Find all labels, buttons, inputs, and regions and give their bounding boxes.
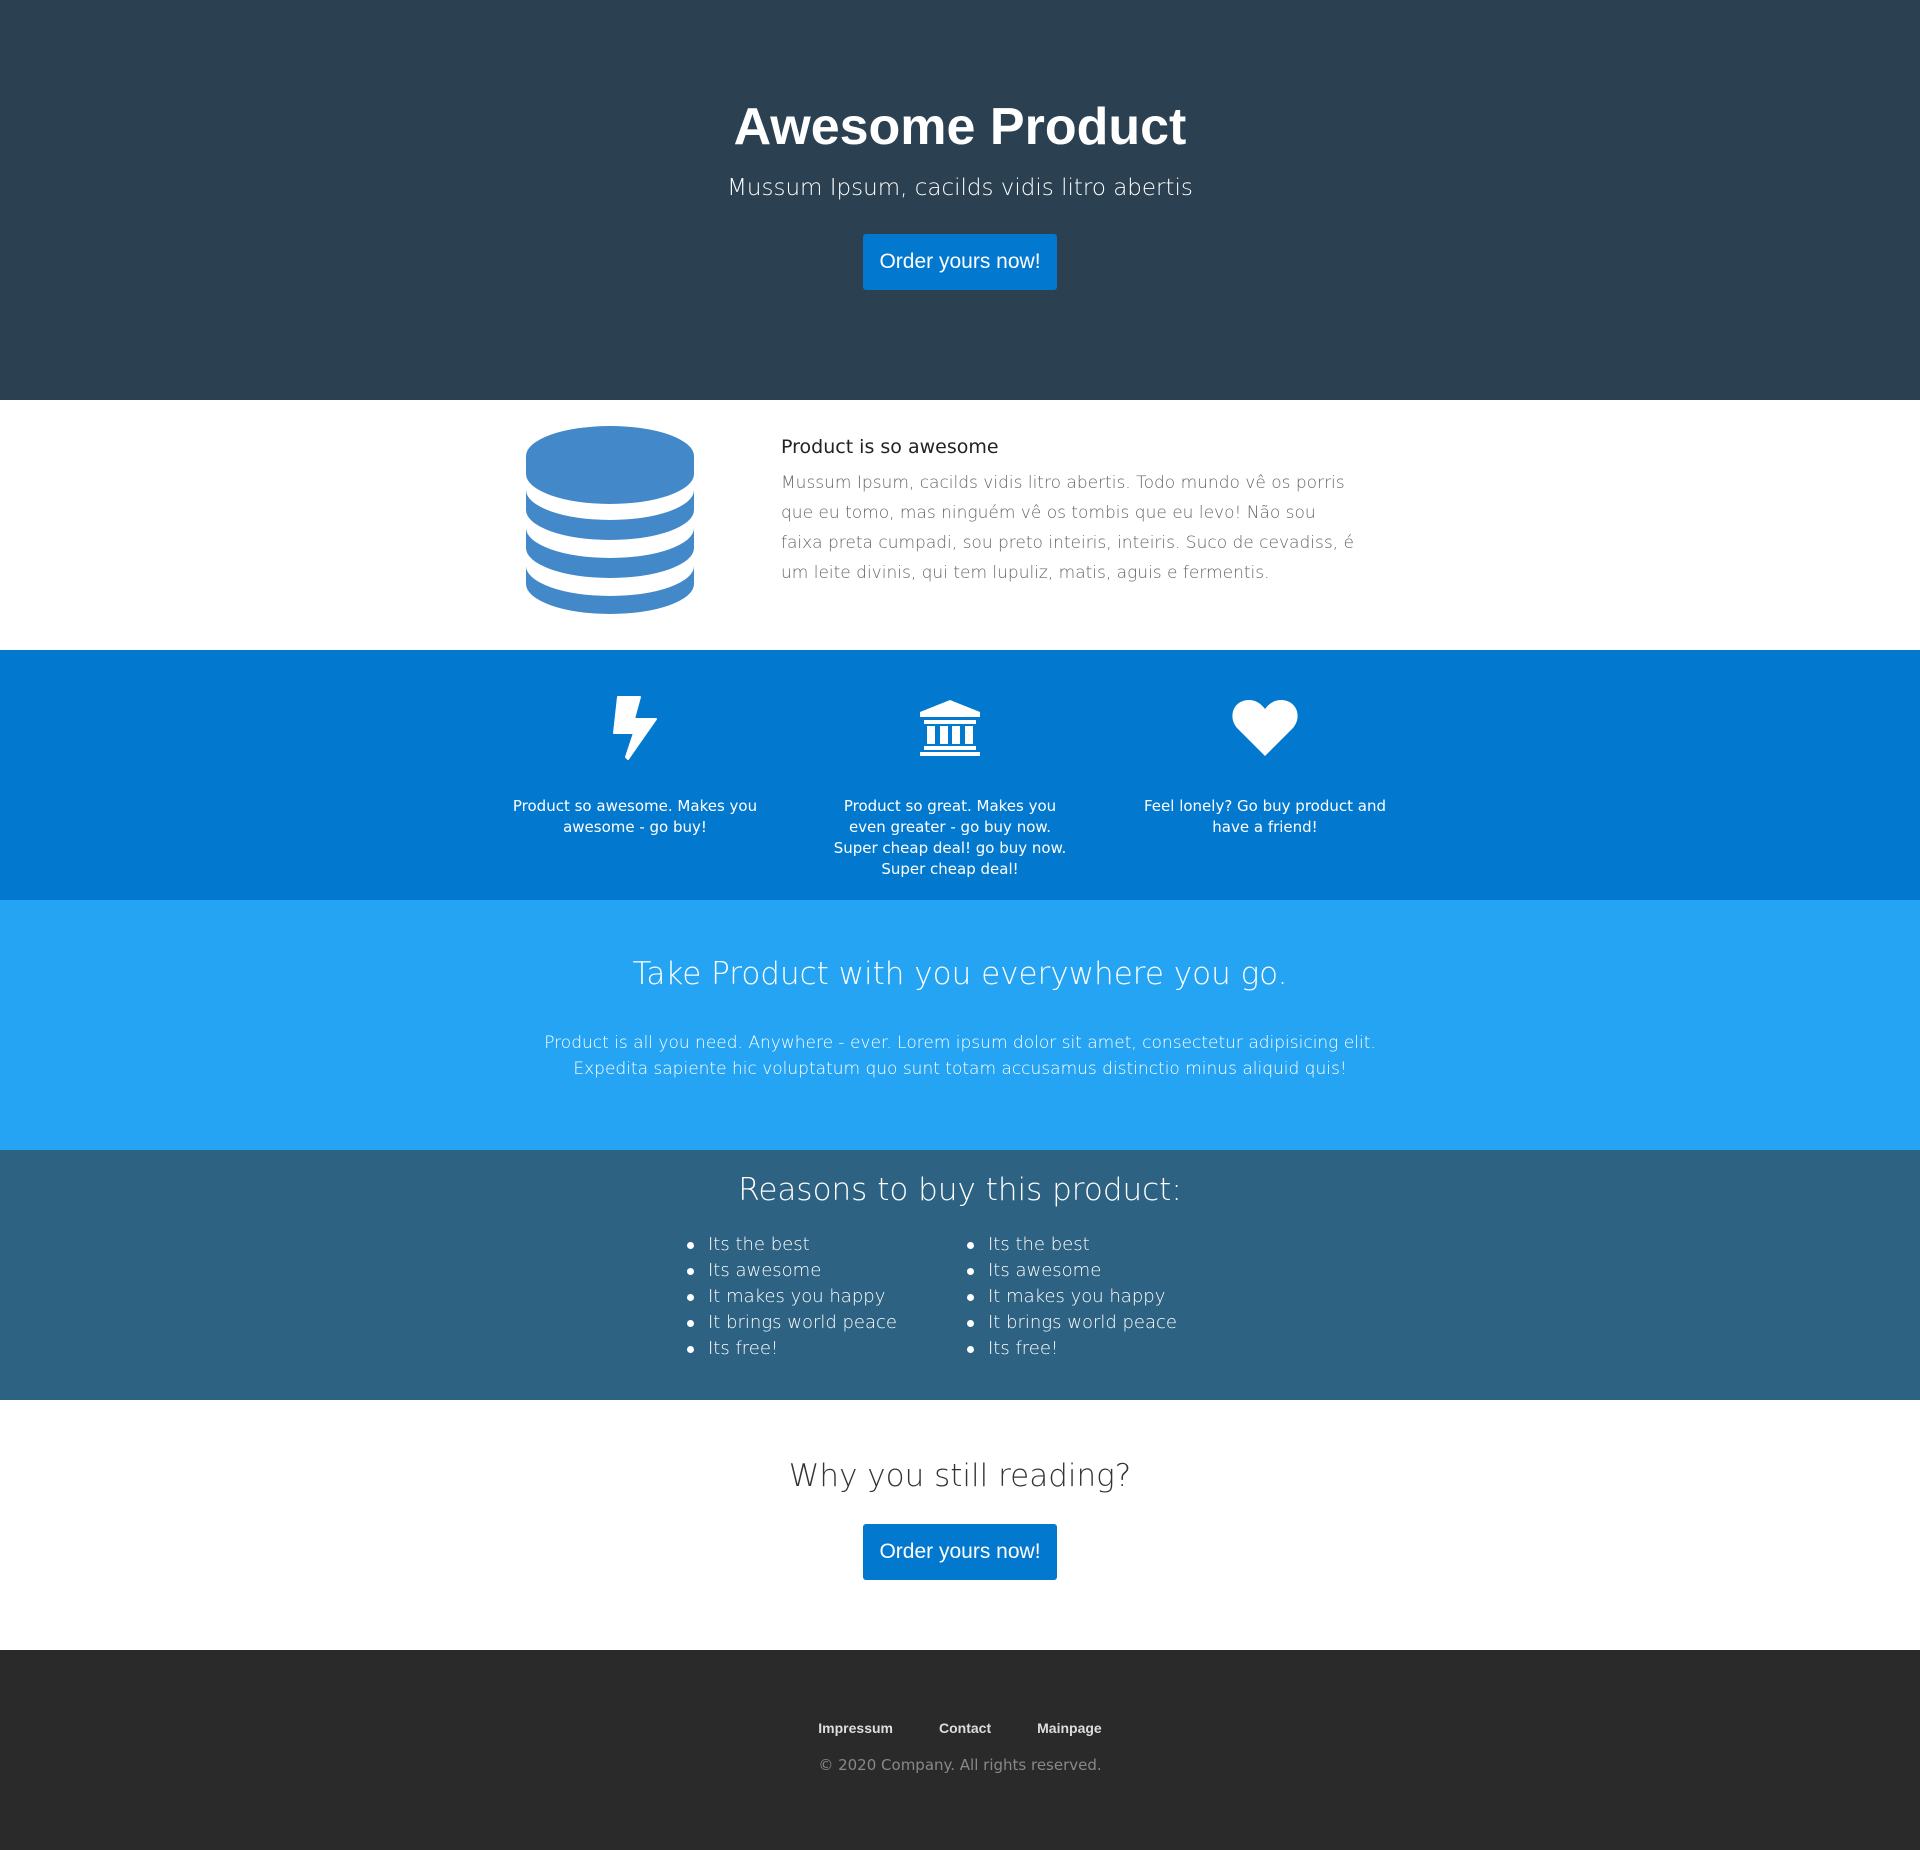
copyright-text: © 2020 Company. All rights reserved.: [818, 1756, 1102, 1774]
take-product-section: Take Product with you everywhere you go.…: [0, 900, 1920, 1150]
take-heading: Take Product with you everywhere you go.: [632, 956, 1288, 992]
list-item: It makes you happy: [687, 1284, 967, 1310]
database-icon: [526, 426, 694, 614]
benefits-section: Product so awesome. Makes you awesome - …: [0, 650, 1920, 900]
cta-section: Why you still reading? Order yours now!: [0, 1400, 1920, 1650]
hero-order-button[interactable]: Order yours now!: [863, 234, 1057, 290]
list-item: It brings world peace: [687, 1310, 967, 1336]
hero-subtitle: Mussum Ipsum, cacilds vidis litro aberti…: [727, 175, 1193, 201]
take-body: Product is all you need. Anywhere - ever…: [544, 1033, 1376, 1079]
benefit-text: Feel lonely? Go buy product and have a f…: [1144, 797, 1386, 836]
list-item: Its free!: [687, 1336, 967, 1362]
feature-text: Product is so awesome Mussum Ipsum, caci…: [781, 434, 1359, 588]
benefit-item: Product so awesome. Makes you awesome - …: [510, 688, 760, 838]
feature-section: Product is so awesome Mussum Ipsum, caci…: [0, 400, 1920, 650]
cta-heading: Why you still reading?: [788, 1458, 1132, 1494]
list-item: Its free!: [967, 1336, 1247, 1362]
list-item: Its awesome: [687, 1258, 967, 1284]
reasons-section: Reasons to buy this product: Its the bes…: [0, 1150, 1920, 1400]
cta-order-button[interactable]: Order yours now!: [863, 1524, 1057, 1580]
footer-links: Impressum Contact Mainpage: [0, 1718, 1920, 1738]
feature-heading: Product is so awesome: [781, 436, 999, 458]
footer-link-impressum[interactable]: Impressum: [795, 1718, 916, 1738]
list-item: Its awesome: [967, 1258, 1247, 1284]
benefit-item: Product so great. Makes you even greater…: [825, 688, 1075, 880]
hero-title: Awesome Product: [733, 98, 1187, 156]
heart-icon: [1232, 699, 1298, 756]
bank-building-icon: [920, 700, 980, 756]
list-item: Its the best: [967, 1232, 1247, 1258]
hero-section: Awesome Product Mussum Ipsum, cacilds vi…: [0, 0, 1920, 400]
reasons-list-left: Its the best Its awesome It makes you ha…: [687, 1232, 967, 1362]
reasons-heading: Reasons to buy this product:: [738, 1172, 1182, 1208]
benefit-text: Product so awesome. Makes you awesome - …: [512, 797, 758, 836]
footer: Impressum Contact Mainpage © 2020 Compan…: [0, 1650, 1920, 1850]
feature-body: Mussum Ipsum, cacilds vidis litro aberti…: [781, 473, 1354, 583]
list-item: It brings world peace: [967, 1310, 1247, 1336]
lightning-bolt-icon: [613, 696, 657, 760]
benefit-item: Feel lonely? Go buy product and have a f…: [1140, 688, 1390, 838]
footer-link-mainpage[interactable]: Mainpage: [1014, 1718, 1125, 1738]
benefit-text: Product so great. Makes you even greater…: [833, 797, 1067, 878]
footer-link-contact[interactable]: Contact: [916, 1718, 1014, 1738]
list-item: It makes you happy: [967, 1284, 1247, 1310]
reasons-list-right: Its the best Its awesome It makes you ha…: [967, 1232, 1247, 1362]
list-item: Its the best: [687, 1232, 967, 1258]
